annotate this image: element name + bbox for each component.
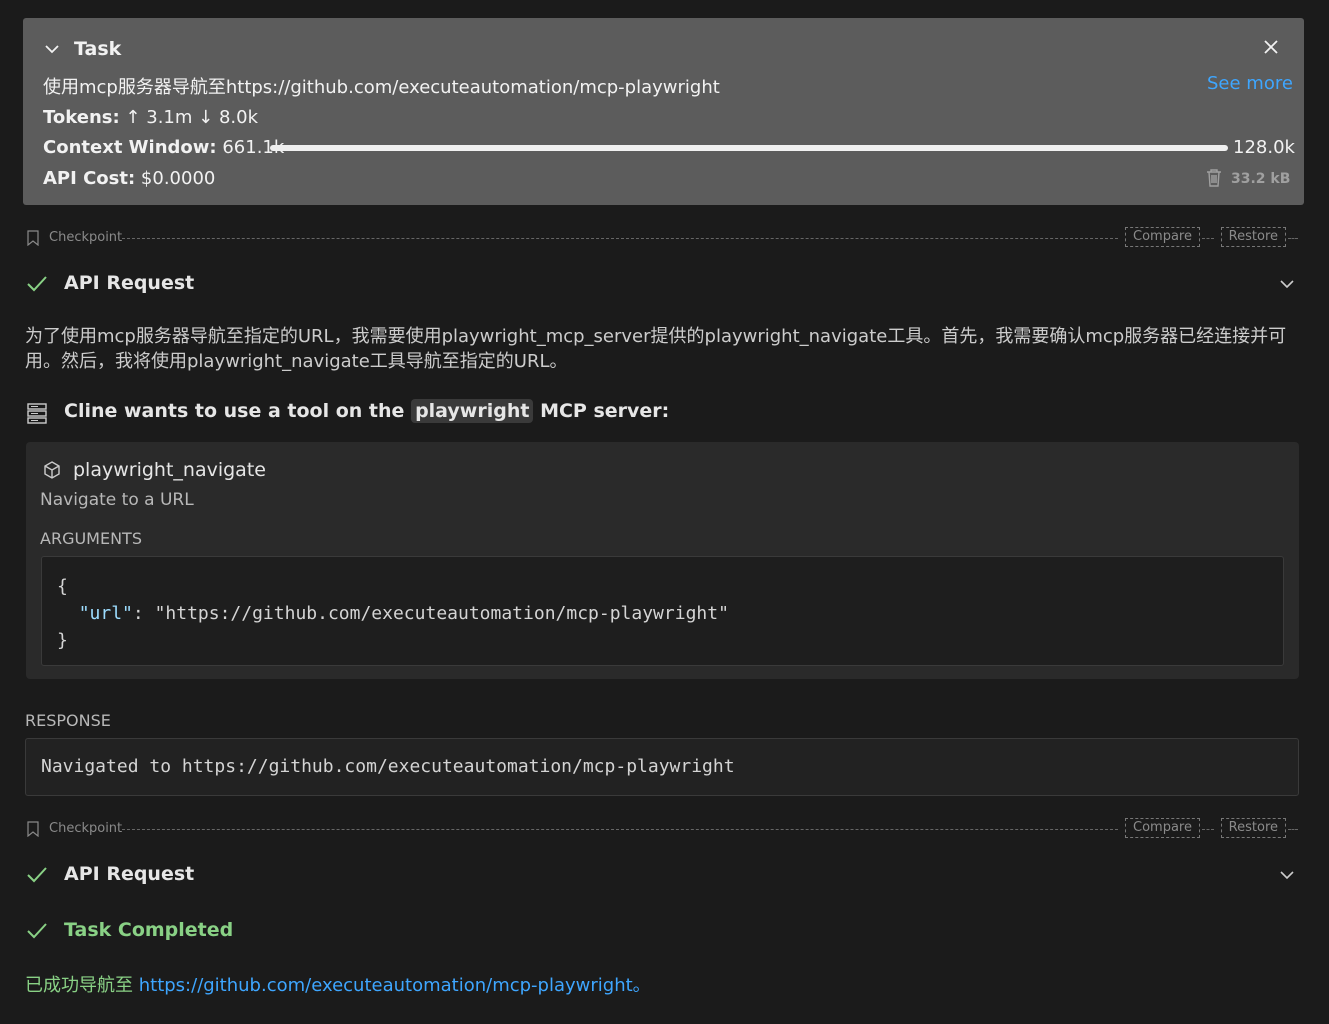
response-label: RESPONSE (25, 711, 111, 730)
server-icon (27, 403, 47, 424)
arguments-label: ARGUMENTS (40, 529, 142, 548)
json-value: "https://github.com/executeautomation/mc… (154, 603, 729, 624)
arguments-code-block: { "url": "https://github.com/executeauto… (41, 556, 1284, 666)
arrow-up-icon: ↑ (125, 107, 141, 128)
checkpoint-divider (1288, 238, 1298, 239)
task-panel: Task 使用mcp服务器导航至https://github.com/execu… (23, 18, 1304, 205)
context-progress-bar (270, 145, 1228, 151)
close-icon[interactable] (1262, 38, 1280, 56)
response-text: Navigated to https://github.com/executea… (41, 756, 735, 777)
tokens-up: 3.1m (146, 107, 193, 128)
json-colon: : (132, 603, 155, 624)
checkpoint-divider (122, 238, 1118, 239)
arguments-code: { "url": "https://github.com/executeauto… (57, 573, 729, 654)
check-icon (27, 276, 47, 292)
tool-name: playwright_navigate (73, 459, 266, 481)
chevron-down-icon[interactable] (43, 40, 61, 58)
task-size: 33.2 kB (1231, 171, 1291, 187)
api-request-title: API Request (64, 272, 195, 294)
response-block: Navigated to https://github.com/executea… (25, 738, 1299, 796)
mcp-prefix: Cline wants to use a tool on the (64, 400, 405, 422)
check-icon (27, 923, 47, 939)
restore-button[interactable]: Restore (1220, 818, 1286, 838)
context-window-row: Context Window: 661.1k (43, 137, 284, 158)
arrow-down-icon: ↓ (198, 107, 214, 128)
compare-button[interactable]: Compare (1125, 227, 1200, 247)
checkpoint-divider (1288, 829, 1298, 830)
tokens-label: Tokens: (43, 107, 120, 128)
cube-icon (44, 461, 60, 479)
context-max: 128.0k (1233, 137, 1295, 158)
api-cost-row: API Cost: $0.0000 (43, 168, 215, 189)
completion-message: 已成功导航至 https://github.com/executeautomat… (25, 971, 651, 997)
json-key: "url" (78, 603, 133, 624)
checkpoint-label: Checkpoint (49, 821, 123, 836)
assistant-message: 为了使用mcp服务器导航至指定的URL，我需要使用playwright_mcp_… (25, 326, 1287, 372)
checkpoint-row: Checkpoint Compare Restore (26, 818, 1298, 840)
chevron-down-icon[interactable] (1278, 866, 1296, 884)
restore-button[interactable]: Restore (1220, 227, 1286, 247)
task-description: 使用mcp服务器导航至https://github.com/executeaut… (43, 77, 720, 98)
cost-label: API Cost: (43, 168, 136, 189)
task-title: Task (74, 38, 122, 60)
cost-value: $0.0000 (140, 168, 216, 189)
tool-card: playwright_navigate Navigate to a URL AR… (26, 442, 1299, 679)
bookmark-icon (27, 821, 39, 837)
task-completed-title: Task Completed (64, 919, 234, 941)
mcp-header-text: Cline wants to use a tool on the playwri… (64, 399, 670, 423)
checkpoint-divider (1202, 829, 1214, 830)
api-request-title: API Request (64, 863, 195, 885)
checkpoint-label: Checkpoint (49, 230, 123, 245)
json-brace: { (57, 576, 68, 597)
compare-button[interactable]: Compare (1125, 818, 1200, 838)
tool-description: Navigate to a URL (40, 490, 194, 510)
checkpoint-row: Checkpoint Compare Restore (26, 227, 1298, 249)
context-label: Context Window: (43, 137, 217, 158)
checkpoint-divider (122, 829, 1118, 830)
see-more-link[interactable]: See more (1207, 73, 1293, 94)
mcp-suffix: MCP server: (540, 400, 670, 422)
json-brace: } (57, 630, 68, 651)
tokens-row: Tokens: ↑ 3.1m ↓ 8.0k (43, 107, 258, 128)
trash-icon[interactable] (1205, 168, 1223, 188)
chevron-down-icon[interactable] (1278, 275, 1296, 293)
completion-prefix: 已成功导航至 (25, 975, 139, 996)
tokens-down: 8.0k (218, 107, 259, 128)
server-name-badge: playwright (411, 399, 534, 423)
checkpoint-divider (1202, 238, 1214, 239)
check-icon (27, 867, 47, 883)
completion-link[interactable]: https://github.com/executeautomation/mcp… (139, 975, 651, 996)
bookmark-icon (27, 230, 39, 246)
